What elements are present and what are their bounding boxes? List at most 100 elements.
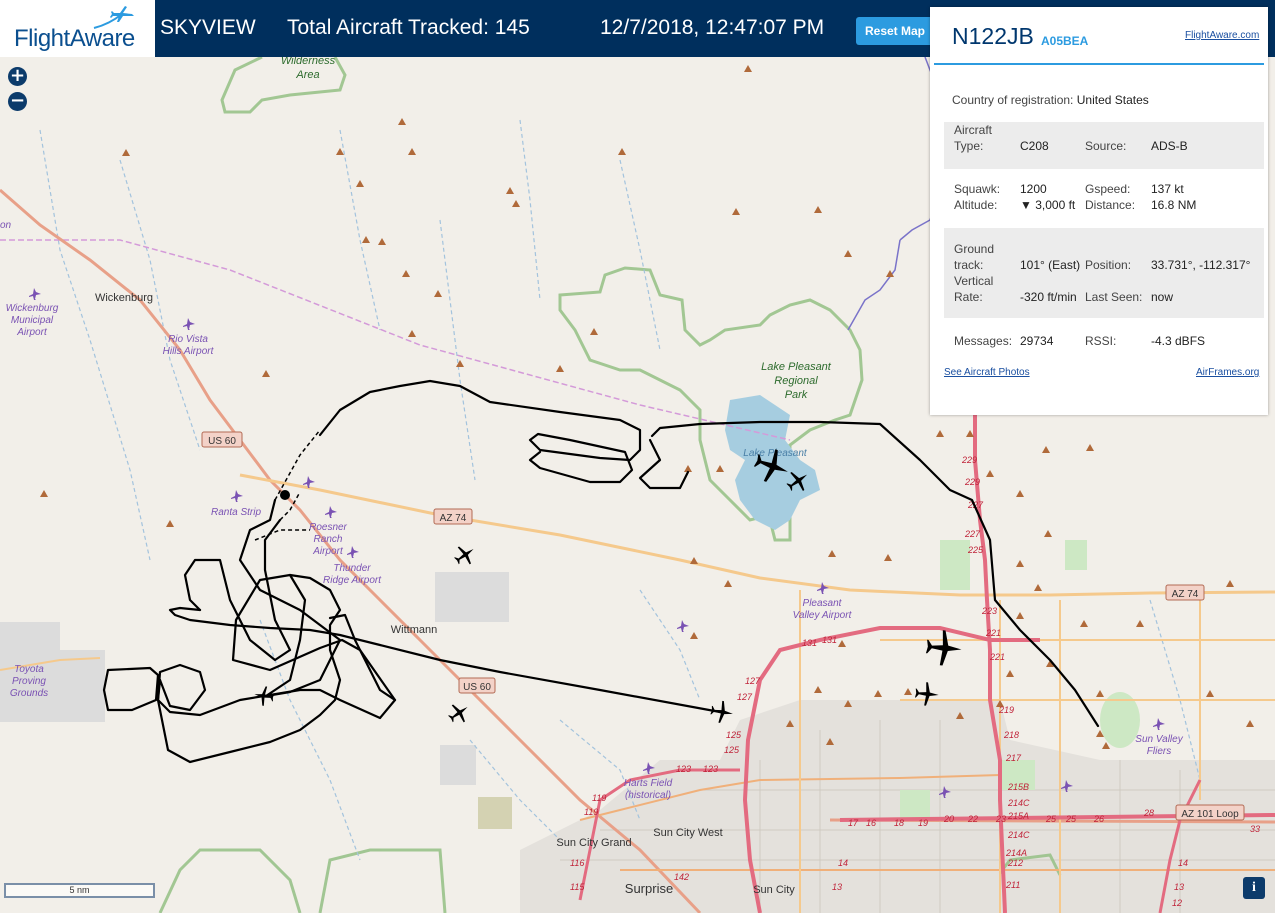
- vertical-rate-value: -320 ft/min: [1020, 290, 1077, 304]
- map-label: Airport: [312, 546, 344, 557]
- map-label: Airport: [16, 327, 48, 338]
- messages-value: 29734: [1020, 334, 1054, 348]
- svg-text:14: 14: [838, 858, 848, 868]
- svg-text:23: 23: [995, 814, 1006, 824]
- svg-text:28: 28: [1143, 808, 1154, 818]
- map-label: Ridge Airport: [323, 575, 382, 586]
- aircraft-info-panel: N122JB A05BEA FlightAware.com Country of…: [930, 7, 1268, 415]
- info-button[interactable]: i: [1243, 877, 1265, 899]
- flightaware-link[interactable]: FlightAware.com: [1185, 30, 1259, 41]
- svg-text:229: 229: [961, 455, 977, 465]
- map-label: Thunder: [333, 563, 371, 574]
- zoom-out-button[interactable]: −: [8, 92, 27, 111]
- callsign: N122JB: [952, 23, 1034, 49]
- svg-text:214A: 214A: [1005, 848, 1027, 858]
- map-label: Hills Airport: [163, 346, 215, 357]
- map-label: Fliers: [1147, 746, 1171, 757]
- svg-text:119: 119: [584, 807, 598, 817]
- svg-text:16: 16: [866, 818, 876, 828]
- vertical-rate-label: Rate:: [954, 290, 983, 304]
- svg-text:123: 123: [703, 764, 718, 774]
- map-label: Municipal: [11, 315, 54, 326]
- altitude-label: Altitude:: [954, 198, 998, 212]
- logo-text: FlightAware: [14, 25, 135, 52]
- svg-text:18: 18: [894, 818, 904, 828]
- svg-text:211: 211: [1005, 880, 1020, 890]
- svg-text:219: 219: [998, 705, 1014, 715]
- svg-text:116: 116: [570, 858, 584, 868]
- gspeed-value: 137 kt: [1151, 182, 1184, 196]
- map-label: Sun Valley: [1135, 734, 1183, 745]
- svg-text:214C: 214C: [1007, 830, 1030, 840]
- map-label: Wilderness: [281, 57, 336, 67]
- aircraft-type-value: C208: [1020, 139, 1049, 153]
- map-label: Ranta Strip: [211, 507, 261, 518]
- svg-text:223: 223: [981, 606, 997, 616]
- zoom-in-button[interactable]: +: [8, 67, 27, 86]
- map-label: Harts Field: [624, 778, 673, 789]
- svg-text:214C: 214C: [1007, 798, 1030, 808]
- last-seen-label: Last Seen:: [1085, 290, 1143, 304]
- aircraft-photos-link[interactable]: See Aircraft Photos: [944, 367, 1030, 378]
- reset-map-button[interactable]: Reset Map: [856, 17, 934, 45]
- svg-text:13: 13: [1174, 882, 1184, 892]
- svg-text:125: 125: [724, 745, 740, 755]
- airframes-link[interactable]: AirFrames.org: [1196, 367, 1259, 378]
- svg-text:227: 227: [964, 529, 981, 539]
- flightaware-logo[interactable]: FlightAware: [0, 0, 155, 57]
- map-label: Lake Pleasant: [761, 361, 832, 373]
- map-label: Valley Airport: [793, 610, 853, 621]
- track-origin-dot: [280, 490, 290, 500]
- scale-bar: 5 nm: [4, 883, 155, 898]
- gspeed-label: Gspeed:: [1085, 182, 1131, 196]
- aircraft-type-label: Aircraft: [954, 123, 993, 137]
- svg-text:221: 221: [989, 652, 1005, 662]
- rssi-label: RSSI:: [1085, 334, 1117, 348]
- map-label: Pleasant: [803, 598, 843, 609]
- country-label: Country of registration:: [952, 93, 1074, 107]
- datetime: 12/7/2018, 12:47:07 PM: [600, 16, 825, 39]
- map-label: Wickenburg: [95, 292, 153, 304]
- map-label: Ranch: [314, 534, 343, 545]
- map-label: Toyota: [14, 664, 44, 675]
- svg-text:17: 17: [848, 818, 859, 828]
- map-label: Grounds: [10, 688, 48, 699]
- position-label: Position:: [1085, 258, 1132, 272]
- country-value: United States: [1076, 93, 1149, 107]
- map-label: Sun City Grand: [556, 837, 631, 849]
- svg-text:123: 123: [676, 764, 691, 774]
- svg-text:229: 229: [964, 477, 980, 487]
- position-value: 33.731°, -112.317°: [1151, 258, 1251, 272]
- svg-text:142: 142: [674, 872, 689, 882]
- svg-text:131: 131: [802, 638, 817, 648]
- svg-text:14: 14: [1178, 858, 1188, 868]
- svg-text:225: 225: [967, 545, 984, 555]
- svg-text:215A: 215A: [1007, 811, 1029, 821]
- map-label: Proving: [12, 676, 46, 687]
- panel-divider: [934, 63, 1264, 65]
- squawk-label: Squawk:: [954, 182, 1001, 196]
- icao-code: A05BEA: [1041, 34, 1089, 48]
- svg-text:218: 218: [1003, 730, 1019, 740]
- svg-text:33: 33: [1250, 824, 1260, 834]
- map-label: AZ 74: [440, 513, 467, 524]
- svg-text:20: 20: [943, 814, 954, 824]
- map-label: US 60: [463, 682, 491, 693]
- map-label: Regional: [774, 375, 818, 387]
- map-label: on: [0, 220, 12, 231]
- app-title: SKYVIEW: [160, 16, 256, 39]
- aircraft-type-label: Type:: [954, 139, 984, 153]
- svg-text:217: 217: [1005, 753, 1022, 763]
- map-label: (historical): [625, 790, 671, 801]
- svg-text:19: 19: [918, 818, 928, 828]
- svg-text:22: 22: [967, 814, 978, 824]
- map-label: Sun City West: [653, 827, 723, 839]
- altitude-value: ▼ 3,000 ft: [1020, 198, 1076, 212]
- svg-text:221: 221: [985, 628, 1001, 638]
- svg-text:215B: 215B: [1007, 782, 1029, 792]
- svg-text:115: 115: [570, 882, 585, 892]
- svg-text:131: 131: [822, 635, 837, 645]
- map-label: Park: [785, 389, 808, 401]
- aircraft-count: Total Aircraft Tracked: 145: [287, 16, 530, 39]
- map-label: Roesner: [309, 522, 347, 533]
